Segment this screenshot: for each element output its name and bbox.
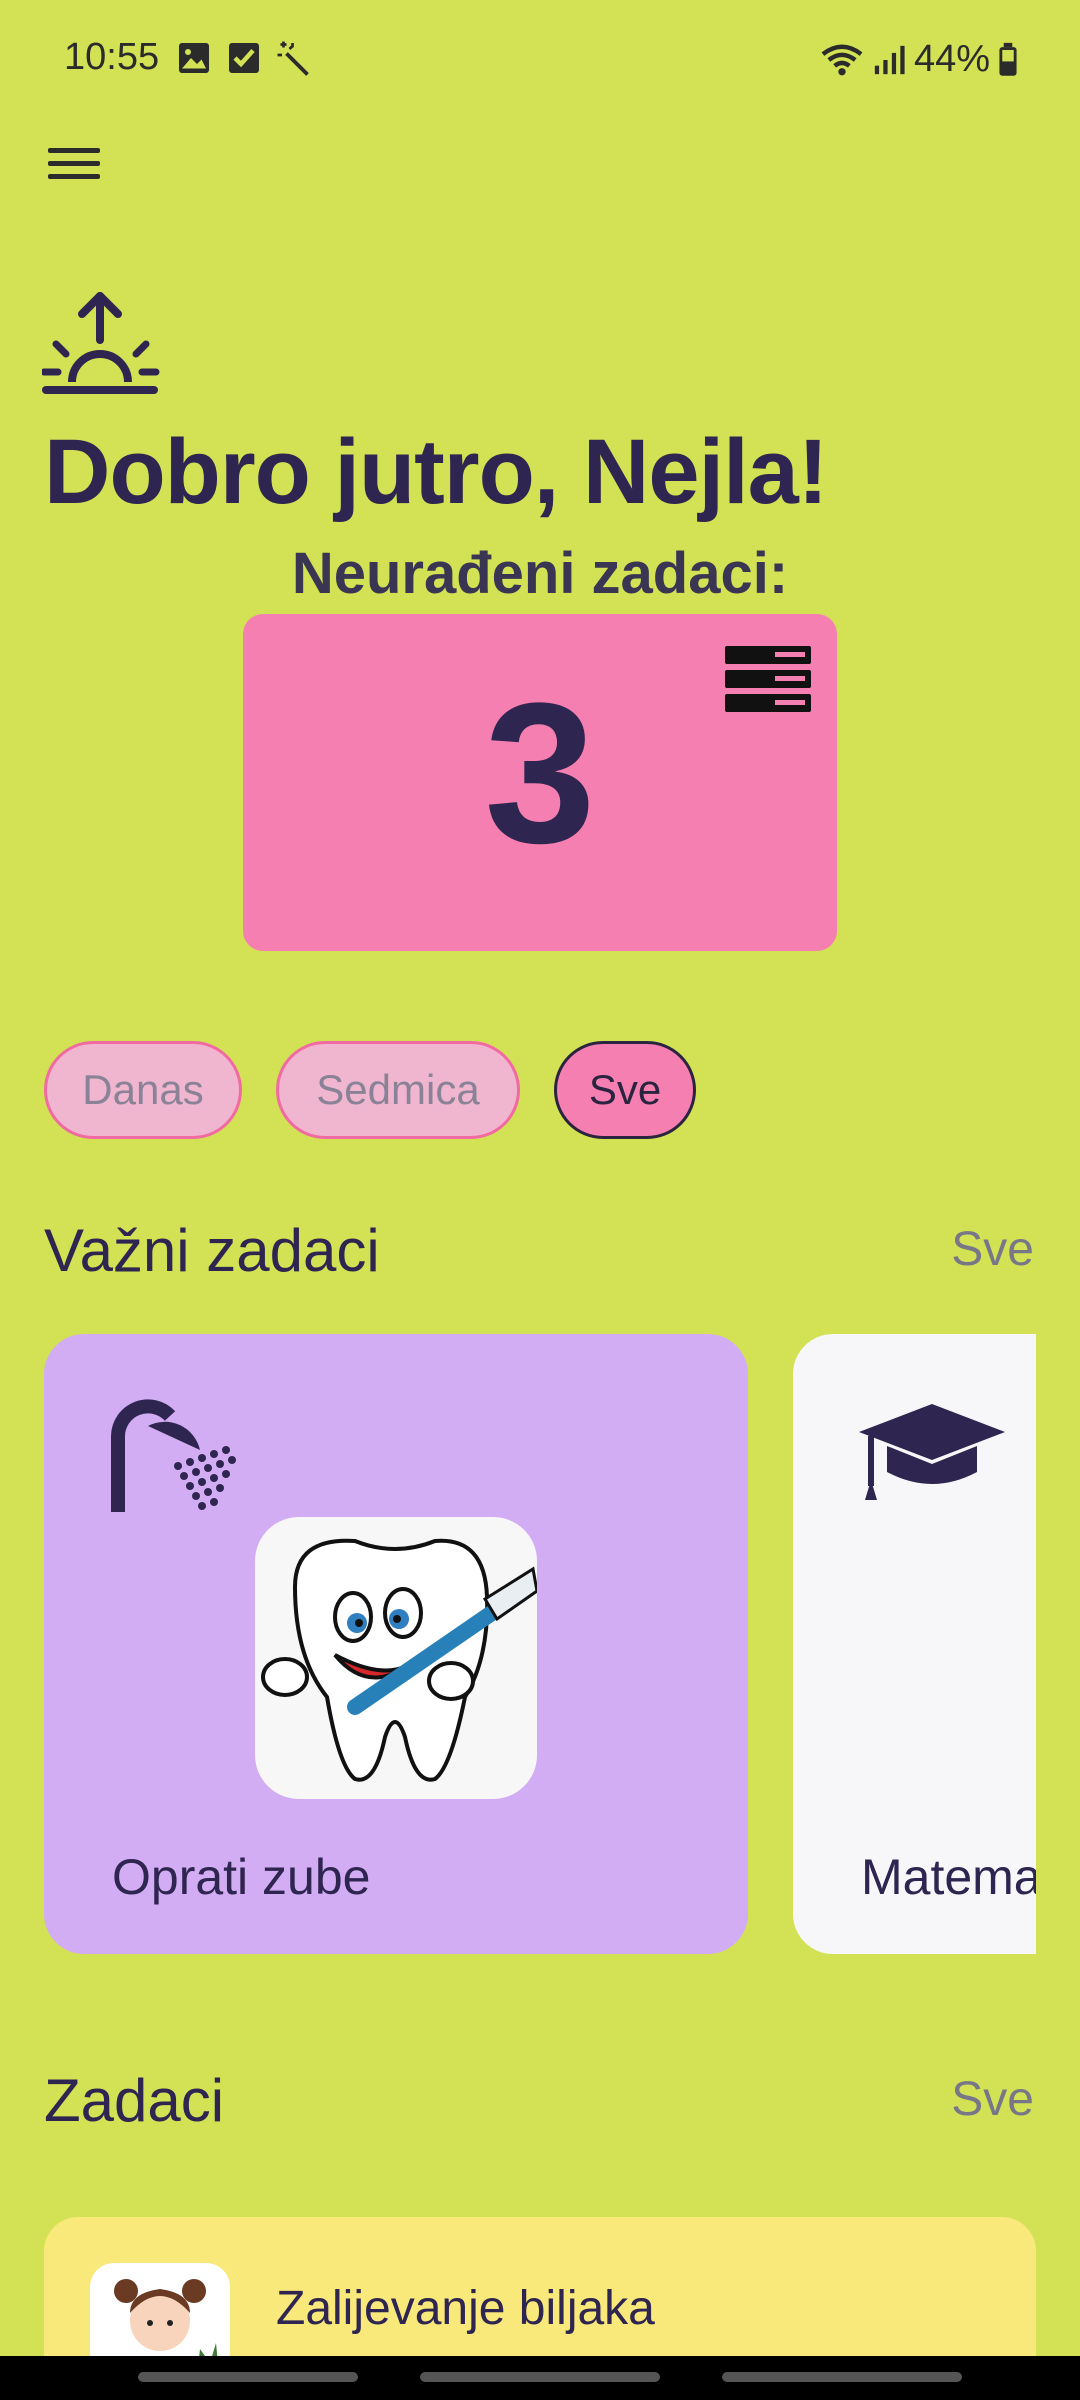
- pending-count-card[interactable]: 3: [243, 614, 837, 951]
- important-task-label: Matema: [861, 1849, 1036, 1905]
- filter-chips: Danas Sedmica Sve: [44, 1041, 696, 1139]
- nav-recents-button[interactable]: [138, 2372, 358, 2382]
- task-item-title: Zalijevanje biljaka: [276, 2282, 655, 2335]
- important-tasks-carousel[interactable]: Oprati zube Matema: [44, 1334, 1036, 1958]
- greeting-title: Dobro jutro, Nejla!: [44, 421, 828, 523]
- nav-back-button[interactable]: [722, 2372, 962, 2382]
- filter-chip-sedmica[interactable]: Sedmica: [276, 1041, 520, 1139]
- pending-count-value: 3: [484, 662, 596, 885]
- battery-icon: [999, 42, 1017, 76]
- battery-percent: 44%: [913, 38, 990, 80]
- filter-chip-danas[interactable]: Danas: [44, 1041, 242, 1139]
- pending-tasks-label: Neurađeni zadaci:: [291, 541, 789, 606]
- sunrise-icon: [42, 292, 160, 394]
- graduation-cap-icon: [859, 1404, 1005, 1500]
- nav-home-button[interactable]: [420, 2372, 660, 2382]
- status-bar: 10:55 44%: [0, 0, 1080, 120]
- filter-chip-sve[interactable]: Sve: [554, 1041, 696, 1139]
- status-system-icons: 44%: [820, 38, 1018, 81]
- tasks-see-all[interactable]: Sve: [951, 2072, 1034, 2127]
- hamburger-menu-icon[interactable]: [44, 140, 104, 192]
- tasks-title: Zadaci: [44, 2067, 225, 2134]
- important-tasks-title: Važni zadaci: [44, 1217, 380, 1284]
- important-tasks-see-all[interactable]: Sve: [951, 1222, 1034, 1277]
- checkbox-notification-icon: [229, 43, 259, 73]
- system-navigation-bar: [0, 2356, 1080, 2400]
- tooth-cartoon-image: [255, 1517, 537, 1799]
- magic-wand-notification-icon: [277, 41, 309, 76]
- important-task-card[interactable]: Matema: [793, 1334, 1036, 1954]
- image-notification-icon: [179, 43, 209, 73]
- status-notification-icons: [176, 40, 312, 76]
- important-task-card[interactable]: Oprati zube: [44, 1334, 748, 1954]
- shower-icon: [111, 1399, 236, 1512]
- wifi-icon: [821, 44, 863, 75]
- signal-icon: [874, 45, 905, 74]
- important-task-label: Oprati zube: [112, 1849, 371, 1905]
- status-time: 10:55: [64, 36, 160, 78]
